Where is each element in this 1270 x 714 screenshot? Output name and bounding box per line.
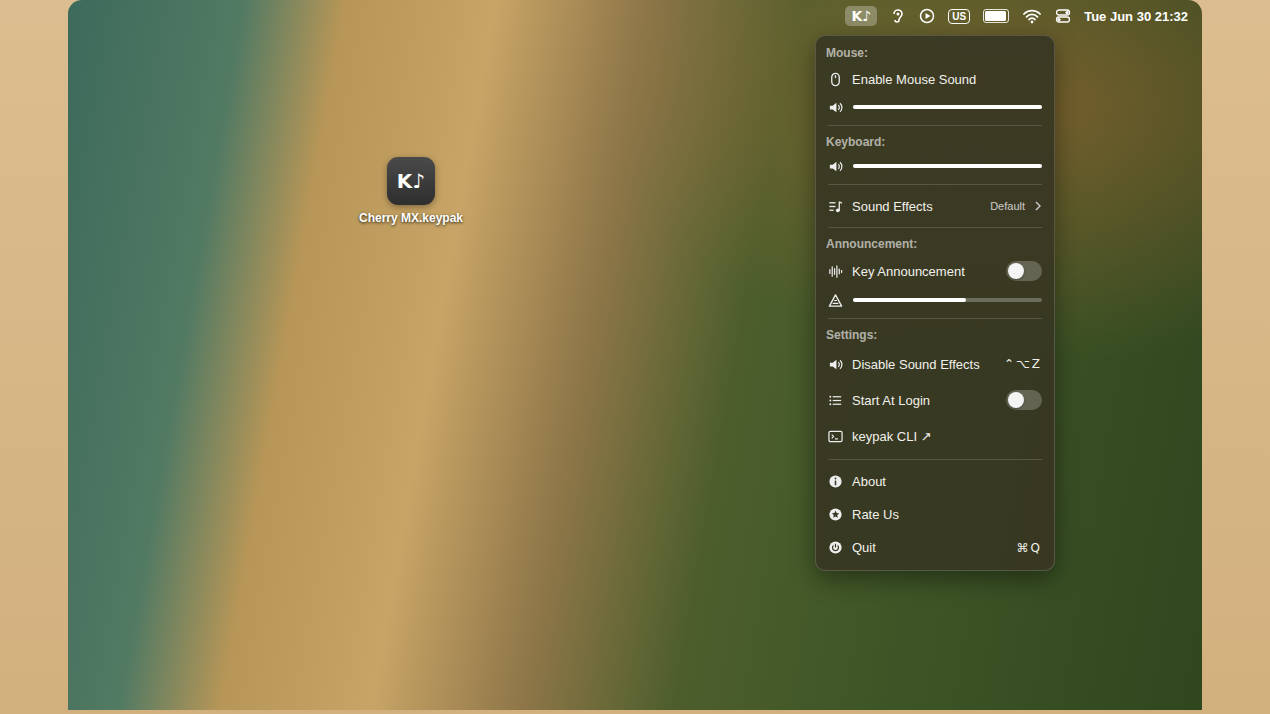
speaker-icon — [828, 100, 843, 115]
item-label: Key Announcement — [852, 264, 965, 279]
separator — [828, 125, 1042, 126]
keypak-file-icon: K♪ — [387, 157, 435, 205]
toggle-knob — [1008, 263, 1024, 279]
keyboard-volume-slider[interactable] — [822, 153, 1048, 179]
desktop: K♪ US Tue Jun 30 21:32 K♪ Cherry MX.keypak Mo… — [68, 0, 1202, 710]
battery-fill — [985, 11, 1006, 21]
clock[interactable]: Tue Jun 30 21:32 — [1084, 9, 1188, 24]
chevron-right-icon — [1034, 200, 1042, 212]
wifi-icon[interactable] — [1022, 8, 1042, 24]
slider-track[interactable] — [853, 298, 1042, 302]
announce-icon — [828, 293, 843, 308]
menu-bar: K♪ US Tue Jun 30 21:32 — [68, 0, 1202, 32]
app-menu-button[interactable]: K♪ — [845, 6, 877, 26]
rate-us-item[interactable]: Rate Us — [822, 498, 1048, 531]
quit-item[interactable]: Quit ⌘Q — [822, 531, 1048, 564]
sound-effects-item[interactable]: Sound Effects Default — [822, 190, 1048, 222]
file-icon[interactable]: K♪ Cherry MX.keypak — [341, 157, 481, 225]
item-label: Sound Effects — [852, 199, 933, 214]
hearing-icon[interactable] — [890, 8, 906, 24]
slider-fill — [853, 298, 966, 302]
section-header: Mouse: — [822, 42, 1048, 64]
item-label: Disable Sound Effects — [852, 357, 980, 372]
speaker-icon — [828, 159, 843, 174]
item-label: Rate Us — [852, 507, 899, 522]
section-header: Announcement: — [822, 233, 1048, 255]
sound-effects-icon — [828, 199, 843, 214]
separator — [828, 318, 1042, 319]
toggle-knob — [1008, 392, 1024, 408]
star-icon — [828, 507, 843, 522]
item-label: Quit — [852, 540, 876, 555]
separator — [828, 459, 1042, 460]
disable-sound-effects-item[interactable]: Disable Sound Effects ⌃⌥Z — [822, 346, 1048, 382]
power-icon — [828, 540, 843, 555]
speaker-icon — [828, 357, 843, 372]
toggle-switch[interactable] — [1006, 390, 1042, 410]
cli-link-item[interactable]: keypak CLI ↗ — [822, 418, 1048, 454]
item-label: About — [852, 474, 886, 489]
list-icon — [828, 393, 843, 408]
section-header: Settings: — [822, 324, 1048, 346]
play-icon[interactable] — [919, 8, 935, 24]
mouse-icon — [828, 72, 843, 87]
keyboard-shortcut: ⌃⌥Z — [1004, 357, 1042, 371]
item-label: Start At Login — [852, 393, 930, 408]
item-label: Enable Mouse Sound — [852, 72, 976, 87]
keyboard-shortcut: ⌘Q — [1017, 541, 1042, 555]
slider-track[interactable] — [853, 105, 1042, 109]
current-value: Default — [990, 200, 1025, 212]
item-label: keypak CLI ↗ — [852, 429, 932, 444]
start-at-login-item[interactable]: Start At Login — [822, 382, 1048, 418]
battery-icon[interactable] — [983, 9, 1009, 23]
slider-track[interactable] — [853, 164, 1042, 168]
page: K♪ US Tue Jun 30 21:32 K♪ Cherry MX.keypak Mo… — [0, 0, 1270, 714]
section-header: Keyboard: — [822, 131, 1048, 153]
separator — [828, 227, 1042, 228]
key-announcement-item[interactable]: Key Announcement — [822, 255, 1048, 287]
info-icon — [828, 474, 843, 489]
slider-fill — [853, 164, 1042, 168]
announcement-volume-slider[interactable] — [822, 287, 1048, 313]
about-item[interactable]: About — [822, 465, 1048, 498]
mouse-volume-slider[interactable] — [822, 94, 1048, 120]
input-source-badge[interactable]: US — [948, 9, 970, 24]
file-label: Cherry MX.keypak — [359, 211, 463, 225]
enable-mouse-sound-item[interactable]: Enable Mouse Sound — [822, 64, 1048, 94]
control-center-icon[interactable] — [1055, 8, 1071, 24]
waveform-icon — [828, 264, 843, 279]
terminal-icon — [828, 429, 843, 444]
toggle-switch[interactable] — [1006, 261, 1042, 281]
dropdown-menu: Mouse: Enable Mouse Sound Keyboard: Sound E… — [815, 35, 1055, 571]
separator — [828, 184, 1042, 185]
slider-fill — [853, 105, 1042, 109]
